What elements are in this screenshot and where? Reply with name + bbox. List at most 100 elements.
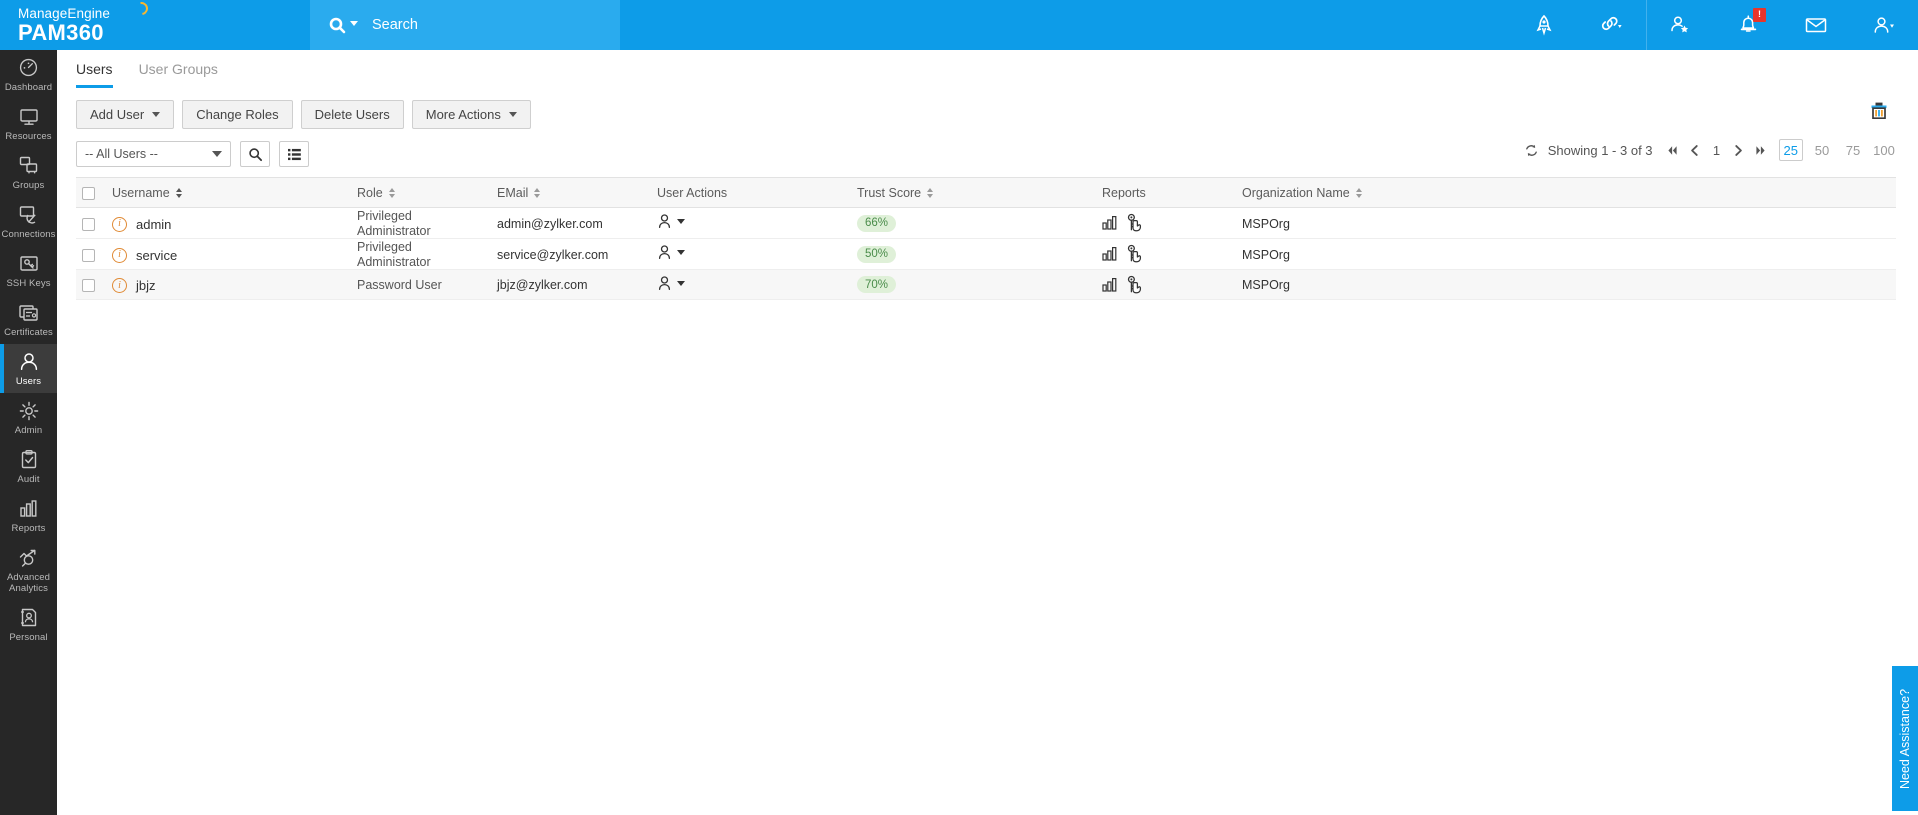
user-actions-dropdown[interactable] xyxy=(657,244,685,261)
column-header-organization-name[interactable]: Organization Name xyxy=(1236,178,1896,208)
password-access-key-icon[interactable] xyxy=(1125,244,1146,263)
sidebar-item-admin[interactable]: Admin xyxy=(0,393,57,442)
sort-icon[interactable] xyxy=(389,188,395,198)
change-roles-button[interactable]: Change Roles xyxy=(182,100,292,129)
column-header-trust-score[interactable]: Trust Score xyxy=(851,178,1096,208)
search-icon xyxy=(248,147,263,162)
column-header-user-actions: User Actions xyxy=(651,178,851,208)
table-header-row: Username Role EMail xyxy=(76,178,1896,208)
search-button[interactable] xyxy=(240,141,270,167)
add-user-label: Add User xyxy=(90,107,144,122)
user-actions-dropdown[interactable] xyxy=(657,213,685,230)
sidebar-item-audit[interactable]: Audit xyxy=(0,442,57,491)
user-actions-icon xyxy=(657,275,676,292)
notification-bell-icon[interactable]: ! xyxy=(1714,0,1782,50)
current-page-number[interactable]: 1 xyxy=(1706,139,1728,161)
column-label: EMail xyxy=(497,186,528,200)
trash-icon[interactable] xyxy=(1862,96,1896,126)
pagination-summary: Showing 1 - 3 of 3 xyxy=(1548,143,1653,158)
report-chart-icon[interactable] xyxy=(1102,215,1119,230)
username-text[interactable]: jbjz xyxy=(136,278,156,293)
table-row[interactable]: i admin Privileged Administrator admin@z… xyxy=(76,208,1896,239)
password-access-key-icon[interactable] xyxy=(1125,213,1146,232)
sidebar-item-dashboard[interactable]: Dashboard xyxy=(0,50,57,99)
cell-reports xyxy=(1096,270,1236,300)
sidebar-item-label: Reports xyxy=(12,523,46,534)
prev-page-button[interactable] xyxy=(1684,139,1706,161)
sort-icon[interactable] xyxy=(927,188,933,198)
sidebar-item-personal[interactable]: Personal xyxy=(0,600,57,649)
cell-organization: MSPOrg xyxy=(1236,270,1896,300)
chevron-down-icon xyxy=(509,112,517,117)
rocket-icon[interactable] xyxy=(1510,0,1578,50)
page-size-75[interactable]: 75 xyxy=(1841,139,1865,161)
analytics-icon xyxy=(18,547,40,568)
page-size-50[interactable]: 50 xyxy=(1810,139,1834,161)
delete-users-button[interactable]: Delete Users xyxy=(301,100,404,129)
column-header-role[interactable]: Role xyxy=(351,178,491,208)
sort-icon[interactable] xyxy=(1356,188,1362,198)
report-chart-icon[interactable] xyxy=(1102,246,1119,261)
sidebar-item-label: SSH Keys xyxy=(6,278,50,289)
column-chooser-button[interactable] xyxy=(279,141,309,167)
tab-users[interactable]: Users xyxy=(76,61,113,88)
cell-reports xyxy=(1096,208,1236,239)
user-filter-select[interactable]: -- All Users -- xyxy=(76,141,231,167)
more-actions-label: More Actions xyxy=(426,107,501,122)
chevron-down-icon xyxy=(677,250,685,255)
last-page-button[interactable] xyxy=(1750,139,1772,161)
more-actions-button[interactable]: More Actions xyxy=(412,100,531,129)
sidebar-item-label: Connections xyxy=(2,229,56,240)
page-size-100[interactable]: 100 xyxy=(1872,139,1896,161)
table-row[interactable]: i jbjz Password User jbjz@zylker.com xyxy=(76,270,1896,300)
link-icon[interactable] xyxy=(1578,0,1646,50)
username-text[interactable]: admin xyxy=(136,217,171,232)
row-checkbox[interactable] xyxy=(82,218,95,231)
column-header-username[interactable]: Username xyxy=(106,178,351,208)
cell-username: i jbjz xyxy=(106,270,351,300)
chevron-down-icon xyxy=(152,112,160,117)
username-text[interactable]: service xyxy=(136,248,177,263)
first-page-button[interactable] xyxy=(1662,139,1684,161)
user-star-icon[interactable] xyxy=(1646,0,1714,50)
table-row[interactable]: i service Privileged Administrator servi… xyxy=(76,239,1896,270)
info-icon[interactable]: i xyxy=(112,217,127,232)
info-icon[interactable]: i xyxy=(112,278,127,293)
tab-user-groups[interactable]: User Groups xyxy=(139,61,218,88)
row-checkbox[interactable] xyxy=(82,249,95,262)
password-access-key-icon[interactable] xyxy=(1125,275,1146,294)
sort-icon[interactable] xyxy=(176,188,182,198)
sidebar-item-certificates[interactable]: Certificates xyxy=(0,295,57,344)
role-text: Privileged Administrator xyxy=(357,209,431,238)
sidebar-item-advanced-analytics[interactable]: Advanced Analytics xyxy=(0,540,57,600)
refresh-icon[interactable] xyxy=(1524,143,1539,158)
cell-organization: MSPOrg xyxy=(1236,239,1896,270)
gear-icon xyxy=(18,400,40,421)
sidebar-item-ssh-keys[interactable]: SSH Keys xyxy=(0,246,57,295)
row-select-cell xyxy=(76,239,106,270)
sidebar-item-reports[interactable]: Reports xyxy=(0,491,57,540)
need-assistance-tab[interactable]: Need Assistance? xyxy=(1892,666,1918,811)
add-user-button[interactable]: Add User xyxy=(76,100,174,129)
row-checkbox[interactable] xyxy=(82,279,95,292)
select-all-checkbox[interactable] xyxy=(82,187,95,200)
column-header-email[interactable]: EMail xyxy=(491,178,651,208)
page-size-25[interactable]: 25 xyxy=(1779,139,1803,161)
sidebar-item-connections[interactable]: Connections xyxy=(0,197,57,246)
search-icon[interactable] xyxy=(328,16,358,35)
next-page-button[interactable] xyxy=(1728,139,1750,161)
cell-username: i service xyxy=(106,239,351,270)
sidebar-item-groups[interactable]: Groups xyxy=(0,148,57,197)
dashboard-gauge-icon xyxy=(18,57,39,78)
report-chart-icon[interactable] xyxy=(1102,277,1119,292)
info-icon[interactable]: i xyxy=(112,248,127,263)
user-profile-icon[interactable] xyxy=(1850,0,1918,50)
mail-icon[interactable] xyxy=(1782,0,1850,50)
user-actions-dropdown[interactable] xyxy=(657,275,685,292)
global-search[interactable]: Search xyxy=(310,0,620,50)
sidebar-item-users[interactable]: Users xyxy=(0,344,57,393)
sidebar-item-resources[interactable]: Resources xyxy=(0,99,57,148)
sort-icon[interactable] xyxy=(534,188,540,198)
app-logo[interactable]: ManageEngine PAM360 xyxy=(0,0,310,50)
search-input[interactable]: Search xyxy=(372,17,418,33)
